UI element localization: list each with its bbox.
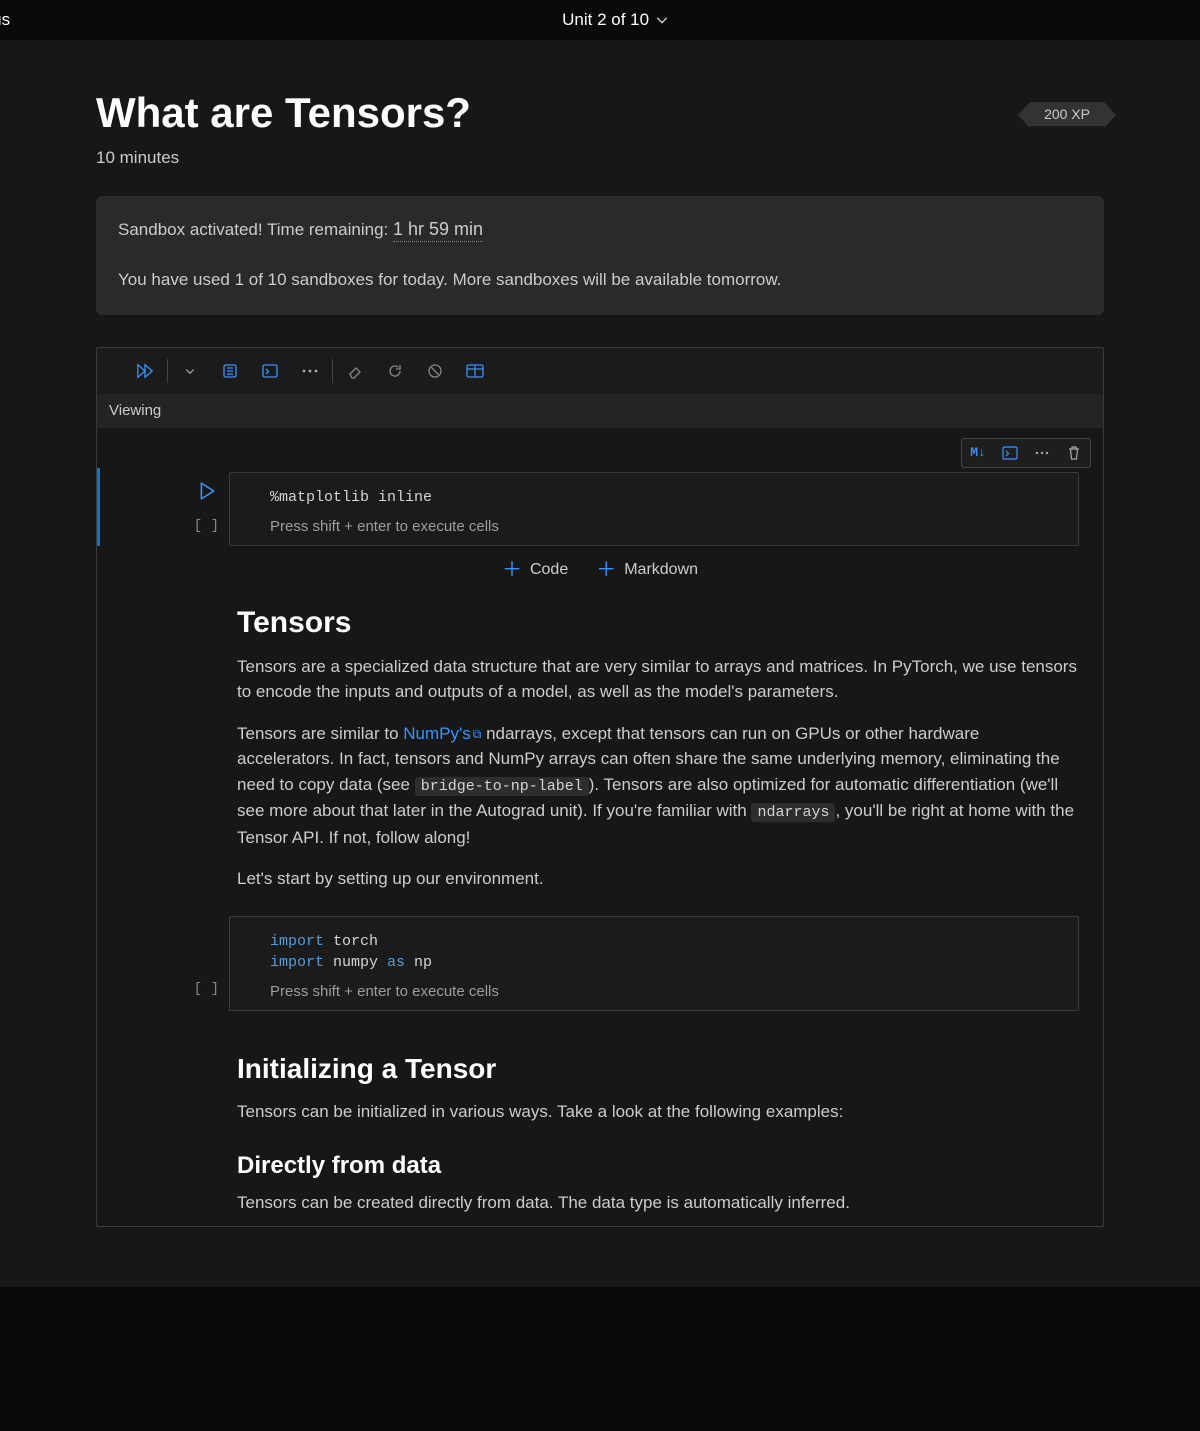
numpy-link[interactable]: NumPy's⧉ bbox=[403, 724, 481, 743]
trash-icon bbox=[1067, 445, 1081, 461]
chevron-down-icon bbox=[184, 365, 196, 377]
add-cell-row: ＋ Code ＋ Markdown bbox=[97, 546, 1103, 598]
notebook-frame: Viewing M↓ [ ] bbox=[96, 347, 1104, 1227]
ellipsis-icon bbox=[1035, 451, 1049, 455]
cell-split-button[interactable] bbox=[994, 439, 1026, 467]
unit-indicator[interactable]: Unit 2 of 10 bbox=[562, 10, 669, 30]
clear-outputs-button[interactable] bbox=[335, 353, 375, 389]
restart-button[interactable] bbox=[375, 353, 415, 389]
code-content[interactable]: import numpy as np bbox=[270, 952, 1060, 973]
code-content[interactable]: %matplotlib inline bbox=[270, 487, 1060, 508]
execute-hint: Press shift + enter to execute cells bbox=[270, 518, 1060, 535]
execution-count: [ ] bbox=[194, 981, 219, 997]
cell-delete-button[interactable] bbox=[1058, 439, 1090, 467]
sandbox-time-remaining: 1 hr 59 min bbox=[393, 219, 483, 242]
eraser-icon bbox=[347, 363, 363, 379]
run-all-button[interactable] bbox=[125, 353, 165, 389]
more-button[interactable] bbox=[290, 353, 330, 389]
run-cell-button[interactable] bbox=[199, 482, 215, 500]
md-paragraph: Tensors can be initialized in various wa… bbox=[237, 1099, 1079, 1125]
sandbox-usage-text: You have used 1 of 10 sandboxes for toda… bbox=[118, 267, 1082, 293]
duration-label: 10 minutes bbox=[96, 148, 1104, 168]
interrupt-button[interactable] bbox=[415, 353, 455, 389]
sandbox-line1-prefix: Sandbox activated! Time remaining: bbox=[118, 220, 393, 239]
inline-code: ndarrays bbox=[751, 803, 835, 822]
execution-count: [ ] bbox=[194, 518, 219, 534]
md-heading: Tensors bbox=[237, 606, 1079, 640]
run-dropdown-button[interactable] bbox=[170, 353, 210, 389]
cell-toolbar: M↓ bbox=[961, 438, 1091, 468]
outline-button[interactable] bbox=[210, 353, 250, 389]
plus-icon: ＋ bbox=[502, 560, 522, 580]
variables-button[interactable] bbox=[455, 353, 495, 389]
inline-code: bridge-to-np-label bbox=[415, 777, 589, 796]
md-paragraph: Tensors are a specialized data structure… bbox=[237, 654, 1079, 705]
md-paragraph: Tensors are similar to NumPy's⧉ ndarrays… bbox=[237, 721, 1079, 851]
cell-more-button[interactable] bbox=[1026, 439, 1058, 467]
terminal-button[interactable] bbox=[250, 353, 290, 389]
md-paragraph: Let's start by setting up our environmen… bbox=[237, 866, 1079, 892]
code-cell[interactable]: [ ] import torch import numpy as np Pres… bbox=[97, 912, 1103, 1011]
md-paragraph: Tensors can be created directly from dat… bbox=[237, 1190, 1079, 1216]
cell-markdown-toggle[interactable]: M↓ bbox=[962, 439, 994, 467]
execute-hint: Press shift + enter to execute cells bbox=[270, 983, 1060, 1000]
notebook-toolbar bbox=[97, 348, 1103, 394]
md-subheading: Directly from data bbox=[237, 1152, 1079, 1180]
add-markdown-button[interactable]: ＋ Markdown bbox=[596, 560, 698, 580]
sandbox-status-panel: Sandbox activated! Time remaining: 1 hr … bbox=[96, 196, 1104, 315]
refresh-icon bbox=[387, 363, 403, 379]
add-code-button[interactable]: ＋ Code bbox=[502, 560, 568, 580]
markdown-cell: Initializing a Tensor Tensors can be ini… bbox=[97, 1053, 1103, 1216]
page-title: What are Tensors? bbox=[96, 88, 471, 138]
code-cell[interactable]: [ ] %matplotlib inline Press shift + ent… bbox=[97, 468, 1103, 546]
md-heading: Initializing a Tensor bbox=[237, 1053, 1079, 1085]
markdown-cell: Tensors Tensors are a specialized data s… bbox=[97, 606, 1103, 892]
prev-button[interactable]: Previous bbox=[0, 10, 10, 30]
notebook-status-bar: Viewing bbox=[97, 394, 1103, 428]
chevron-down-icon bbox=[655, 13, 669, 27]
stop-circle-icon bbox=[427, 363, 443, 379]
xp-badge: 200 XP bbox=[1030, 102, 1104, 126]
unit-nav: Previous Unit 2 of 10 Next bbox=[0, 0, 1200, 40]
ellipsis-icon bbox=[302, 369, 318, 373]
plus-icon: ＋ bbox=[596, 560, 616, 580]
code-content[interactable]: import torch bbox=[270, 931, 1060, 952]
